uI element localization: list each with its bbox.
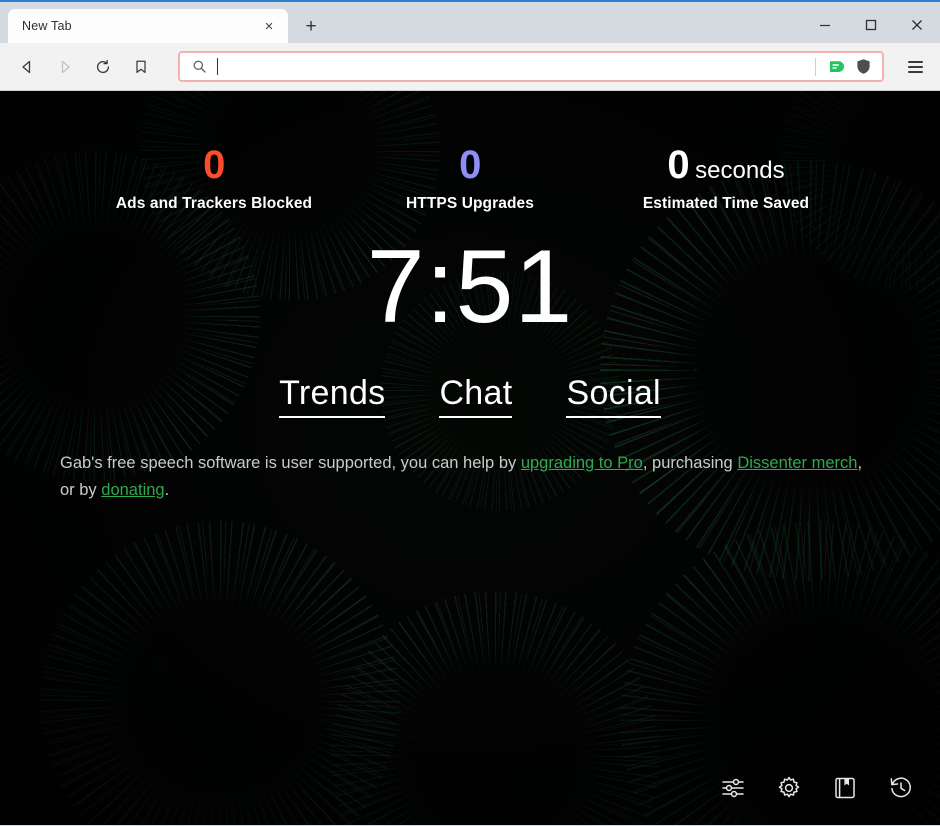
gear-icon[interactable]	[774, 773, 804, 803]
link-dissenter-merch[interactable]: Dissenter merch	[737, 454, 857, 472]
title-bar: New Tab × +	[0, 0, 940, 43]
stat-ads-blocked: 0 Ads and Trackers Blocked	[86, 144, 342, 213]
support-message: Gab's free speech software is user suppo…	[60, 450, 880, 504]
new-tab-button[interactable]: +	[294, 11, 328, 41]
forward-button	[48, 50, 82, 84]
stat-label: Ads and Trackers Blocked	[115, 195, 313, 212]
quick-links: Trends Chat Social	[0, 374, 940, 418]
back-button[interactable]	[10, 50, 44, 84]
stat-label: HTTPS Upgrades	[405, 195, 534, 212]
new-tab-content: 0 Ads and Trackers Blocked 0 HTTPS Upgra…	[0, 91, 940, 825]
stat-time-saved: 0 seconds Estimated Time Saved	[598, 144, 854, 213]
tab-strip: New Tab × +	[0, 2, 328, 43]
support-text-1: Gab's free speech software is user suppo…	[60, 454, 521, 472]
page-tools	[718, 773, 916, 803]
browser-window: New Tab × + 0 Ads and Trackers Blocked 0…	[0, 0, 940, 826]
clock: 7:51	[366, 229, 574, 345]
minimize-button[interactable]	[802, 4, 848, 45]
stat-value: 0	[667, 143, 690, 187]
address-bar[interactable]	[178, 51, 884, 82]
stat-unit: seconds	[695, 157, 785, 184]
support-text-2: , purchasing	[642, 454, 738, 472]
stat-https-upgrades: 0 HTTPS Upgrades	[342, 144, 598, 213]
close-tab-icon[interactable]: ×	[258, 15, 280, 37]
link-trends[interactable]: Trends	[279, 374, 386, 418]
close-button[interactable]	[894, 4, 940, 45]
link-donating[interactable]: donating	[101, 481, 164, 499]
link-chat[interactable]: Chat	[439, 374, 513, 418]
history-icon[interactable]	[886, 773, 916, 803]
search-icon	[190, 58, 208, 76]
stat-value-group: 0 seconds	[598, 144, 854, 186]
bookmarks-icon[interactable]	[830, 773, 860, 803]
dissenter-icon[interactable]	[824, 54, 850, 80]
stat-value: 0	[459, 143, 481, 187]
new-tab-page: 0 Ads and Trackers Blocked 0 HTTPS Upgra…	[0, 91, 940, 825]
browser-tab[interactable]: New Tab ×	[8, 9, 288, 43]
bookmark-button[interactable]	[124, 50, 158, 84]
privacy-stats: 0 Ads and Trackers Blocked 0 HTTPS Upgra…	[0, 91, 940, 213]
omnibox-divider	[815, 57, 816, 76]
shield-icon[interactable]	[850, 54, 876, 80]
stat-label: Estimated Time Saved	[642, 195, 810, 212]
maximize-button[interactable]	[848, 4, 894, 45]
hamburger-icon	[907, 60, 923, 73]
address-input[interactable]	[218, 53, 807, 80]
browser-menu-button[interactable]	[898, 50, 932, 84]
browser-toolbar	[0, 43, 940, 91]
window-controls	[802, 4, 940, 45]
support-text-4: .	[164, 481, 170, 500]
stat-value: 0	[203, 143, 225, 187]
tab-title: New Tab	[22, 19, 72, 33]
link-upgrade-pro[interactable]: upgrading to Pro	[521, 454, 643, 472]
reload-button[interactable]	[86, 50, 120, 84]
sliders-icon[interactable]	[718, 773, 748, 803]
link-social[interactable]: Social	[566, 374, 661, 418]
